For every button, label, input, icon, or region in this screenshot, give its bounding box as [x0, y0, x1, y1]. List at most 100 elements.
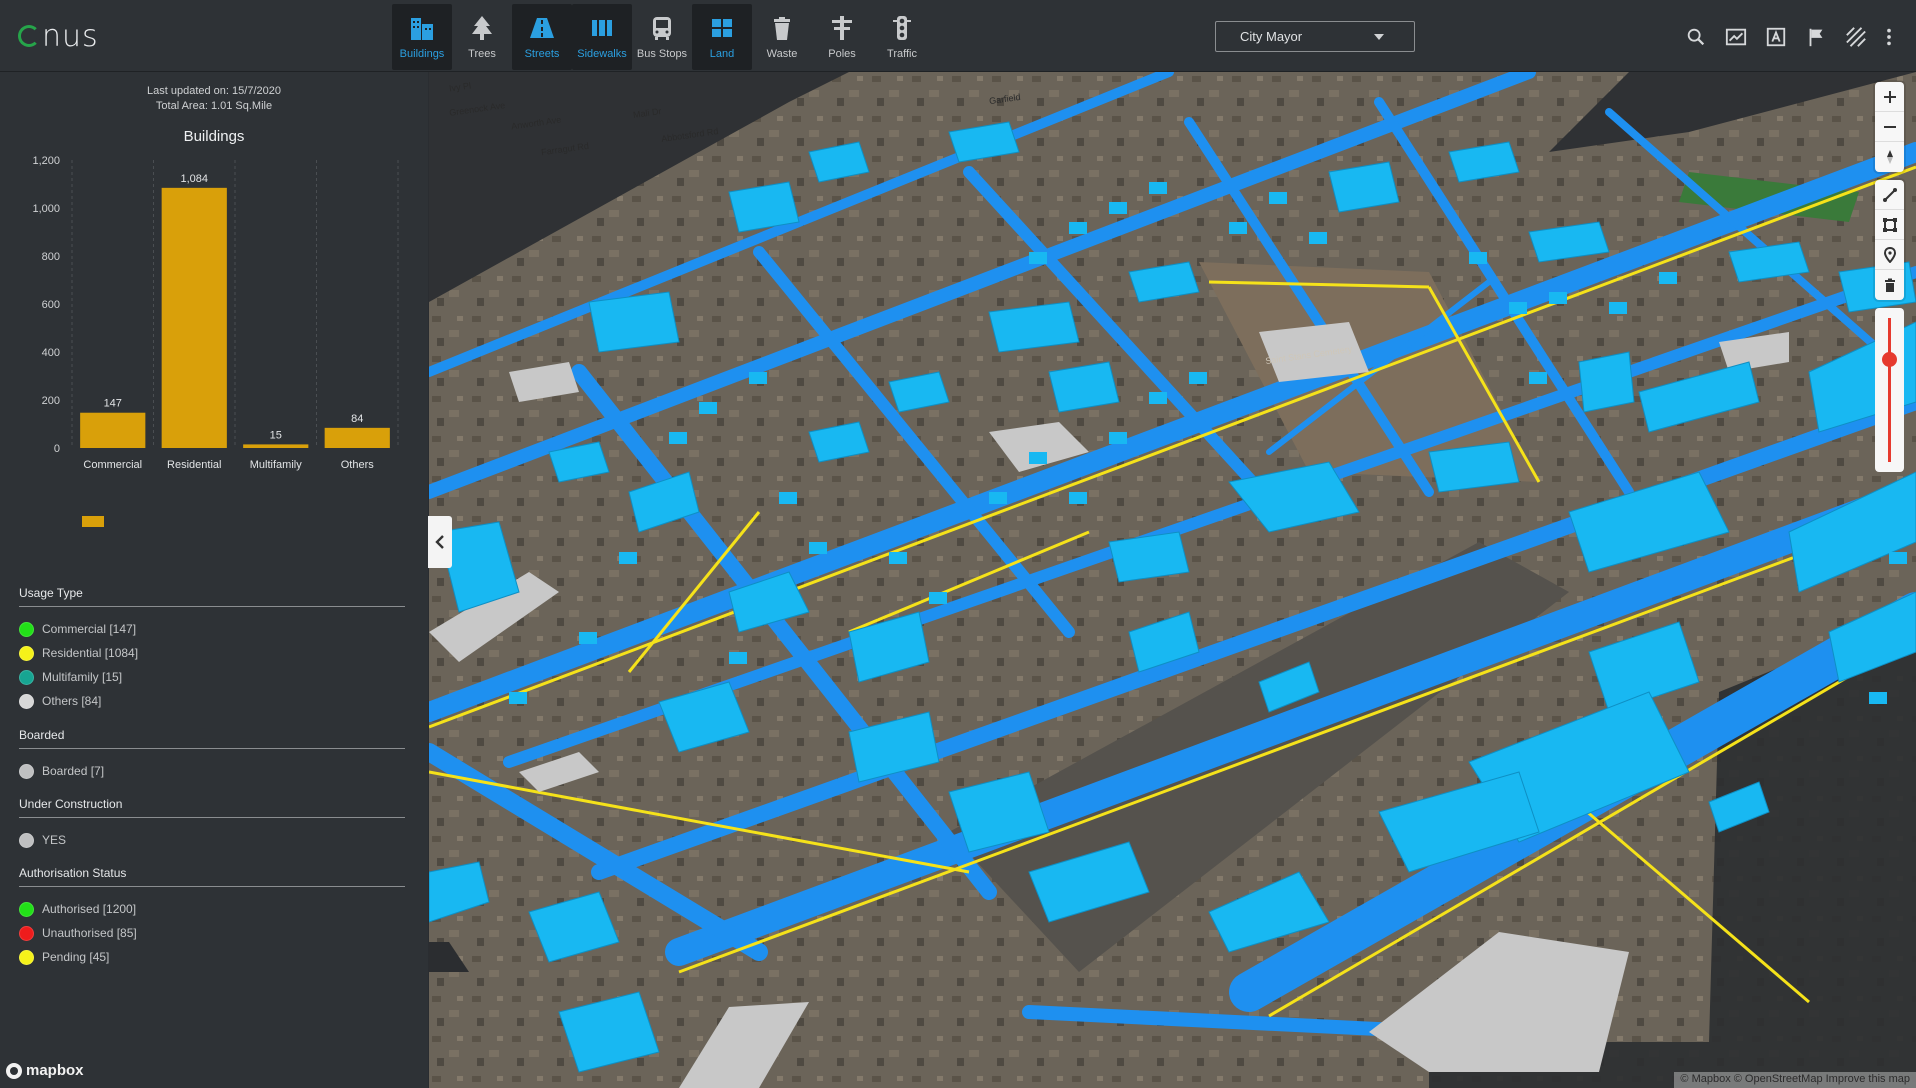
boarded-legend-list: Boarded [7] [19, 759, 405, 783]
role-select[interactable]: City Mayor [1215, 21, 1415, 52]
layer-label: Trees [468, 48, 496, 60]
bar [324, 427, 390, 448]
legend-item[interactable]: Pending [45] [19, 945, 405, 969]
last-updated-text: Last updated on: 15/7/2020 [147, 85, 281, 97]
legend-item[interactable]: Residential [1084] [19, 641, 405, 665]
legend-label: Boarded [7] [42, 764, 105, 778]
zoom-in-button[interactable] [1875, 82, 1904, 112]
layer-toolbar: Buildings Trees Streets Sidewalks Bus St… [392, 4, 932, 70]
legend-color-dot [19, 621, 34, 637]
chart-title: Buildings [183, 128, 245, 145]
legend-item[interactable]: YES [19, 828, 405, 852]
x-tick-label: Residential [167, 459, 221, 471]
left-panel: Last updated on: 15/7/2020 Total Area: 1… [0, 72, 428, 1088]
layer-label: Poles [828, 48, 856, 60]
authorisation-title: Authorisation Status [19, 866, 127, 880]
layer-button-streets[interactable]: Streets [512, 4, 572, 70]
legend-color-dot [19, 645, 34, 661]
layer-button-land[interactable]: Land [692, 4, 752, 70]
layer-button-waste[interactable]: Waste [752, 4, 812, 70]
y-tick-label: 400 [42, 347, 60, 359]
traffic-light-icon [893, 16, 911, 40]
y-tick-label: 200 [42, 395, 60, 407]
flag-icon [1809, 28, 1823, 47]
divider [19, 886, 405, 887]
draw-polygon-button[interactable] [1875, 210, 1904, 240]
logo-ring-icon [18, 25, 40, 47]
layer-button-poles[interactable]: Poles [812, 4, 872, 70]
legend-color-dot [19, 832, 34, 848]
legend-color-dot [19, 925, 34, 941]
more-vert-icon [1887, 28, 1891, 46]
boarded-section: Boarded Boarded [7] [19, 724, 405, 783]
layer-label: Traffic [887, 48, 917, 60]
draw-marker-button[interactable] [1875, 240, 1904, 270]
legend-item[interactable]: Multifamily [15] [19, 665, 405, 689]
pitch-slider[interactable] [1875, 308, 1904, 472]
boarded-title: Boarded [19, 728, 65, 742]
legend-item[interactable]: Authorised [1200] [19, 897, 405, 921]
caret-down-icon [1374, 34, 1384, 40]
more-menu-button[interactable] [1876, 22, 1902, 52]
search-button[interactable] [1676, 22, 1716, 52]
layer-button-traffic[interactable]: Traffic [872, 4, 932, 70]
marker-icon [1883, 246, 1896, 263]
search-icon [1687, 28, 1705, 46]
collapse-panel-button[interactable] [428, 516, 452, 568]
layer-label: Sidewalks [577, 48, 627, 60]
legend-item[interactable]: Unauthorised [85] [19, 921, 405, 945]
legend-item[interactable]: Boarded [7] [19, 759, 405, 783]
panel-meta: Last updated on: 15/7/2020 Total Area: 1… [0, 84, 428, 114]
bar-value-label: 147 [104, 398, 122, 410]
app-logo[interactable]: nus [18, 18, 99, 54]
x-tick-label: Multifamily [250, 459, 302, 471]
layer-button-busstops[interactable]: Bus Stops [632, 4, 692, 70]
slider-handle[interactable] [1882, 352, 1897, 367]
legend-item[interactable]: Commercial [147] [19, 617, 405, 641]
analytics-button[interactable] [1716, 22, 1756, 52]
x-tick-label: Commercial [83, 459, 142, 471]
map-view[interactable]: Ivy Pl Greenock Ave Anworth Ave Farragut… [429, 72, 1916, 1088]
map-controls [1875, 82, 1904, 472]
map-3d-scene[interactable] [429, 72, 1916, 1088]
hatch-icon [1846, 27, 1866, 47]
slider-track [1888, 318, 1891, 462]
role-select-value: City Mayor [1240, 29, 1303, 44]
total-area-text: Total Area: 1.01 Sq.Mile [155, 100, 273, 112]
layer-button-sidewalks[interactable]: Sidewalks [572, 4, 632, 70]
text-select-button[interactable] [1756, 22, 1796, 52]
mapbox-logo[interactable]: mapbox [6, 1062, 84, 1079]
draw-line-icon [1882, 187, 1897, 202]
map-attribution[interactable]: © Mapbox © OpenStreetMap Improve this ma… [1674, 1072, 1916, 1088]
bar-value-label: 15 [270, 429, 282, 441]
hatch-button[interactable] [1836, 22, 1876, 52]
legend-color-dot [19, 693, 34, 709]
land-icon [712, 19, 732, 37]
bus-icon [653, 17, 671, 40]
construction-legend-list: YES [19, 828, 405, 852]
delete-drawing-button[interactable] [1875, 270, 1904, 300]
zoom-out-button[interactable] [1875, 112, 1904, 142]
layer-button-trees[interactable]: Trees [452, 4, 512, 70]
bar-value-label: 1,084 [180, 173, 208, 185]
draw-line-button[interactable] [1875, 180, 1904, 210]
layer-label: Streets [524, 48, 560, 60]
mapbox-logo-text: mapbox [26, 1062, 84, 1079]
logo-text: nus [42, 18, 99, 54]
chart-icon [1725, 28, 1747, 46]
legend-label: Residential [1084] [42, 646, 139, 660]
text-select-icon [1766, 27, 1786, 47]
legend-item[interactable]: Others [84] [19, 689, 405, 713]
flag-button[interactable] [1796, 22, 1836, 52]
zoom-out-icon [1883, 125, 1896, 128]
buildings-icon [411, 18, 433, 40]
tree-icon [472, 16, 492, 40]
usage-type-section: Usage Type Commercial [147] Residential [… [19, 582, 405, 713]
bar-value-label: 84 [351, 413, 363, 425]
legend-label: Pending [45] [42, 950, 110, 964]
legend-color-dot [19, 901, 34, 917]
chart-legend-swatch[interactable] [82, 516, 104, 527]
legend-label: Others [84] [42, 694, 102, 708]
layer-button-buildings[interactable]: Buildings [392, 4, 452, 70]
compass-button[interactable] [1875, 142, 1904, 172]
